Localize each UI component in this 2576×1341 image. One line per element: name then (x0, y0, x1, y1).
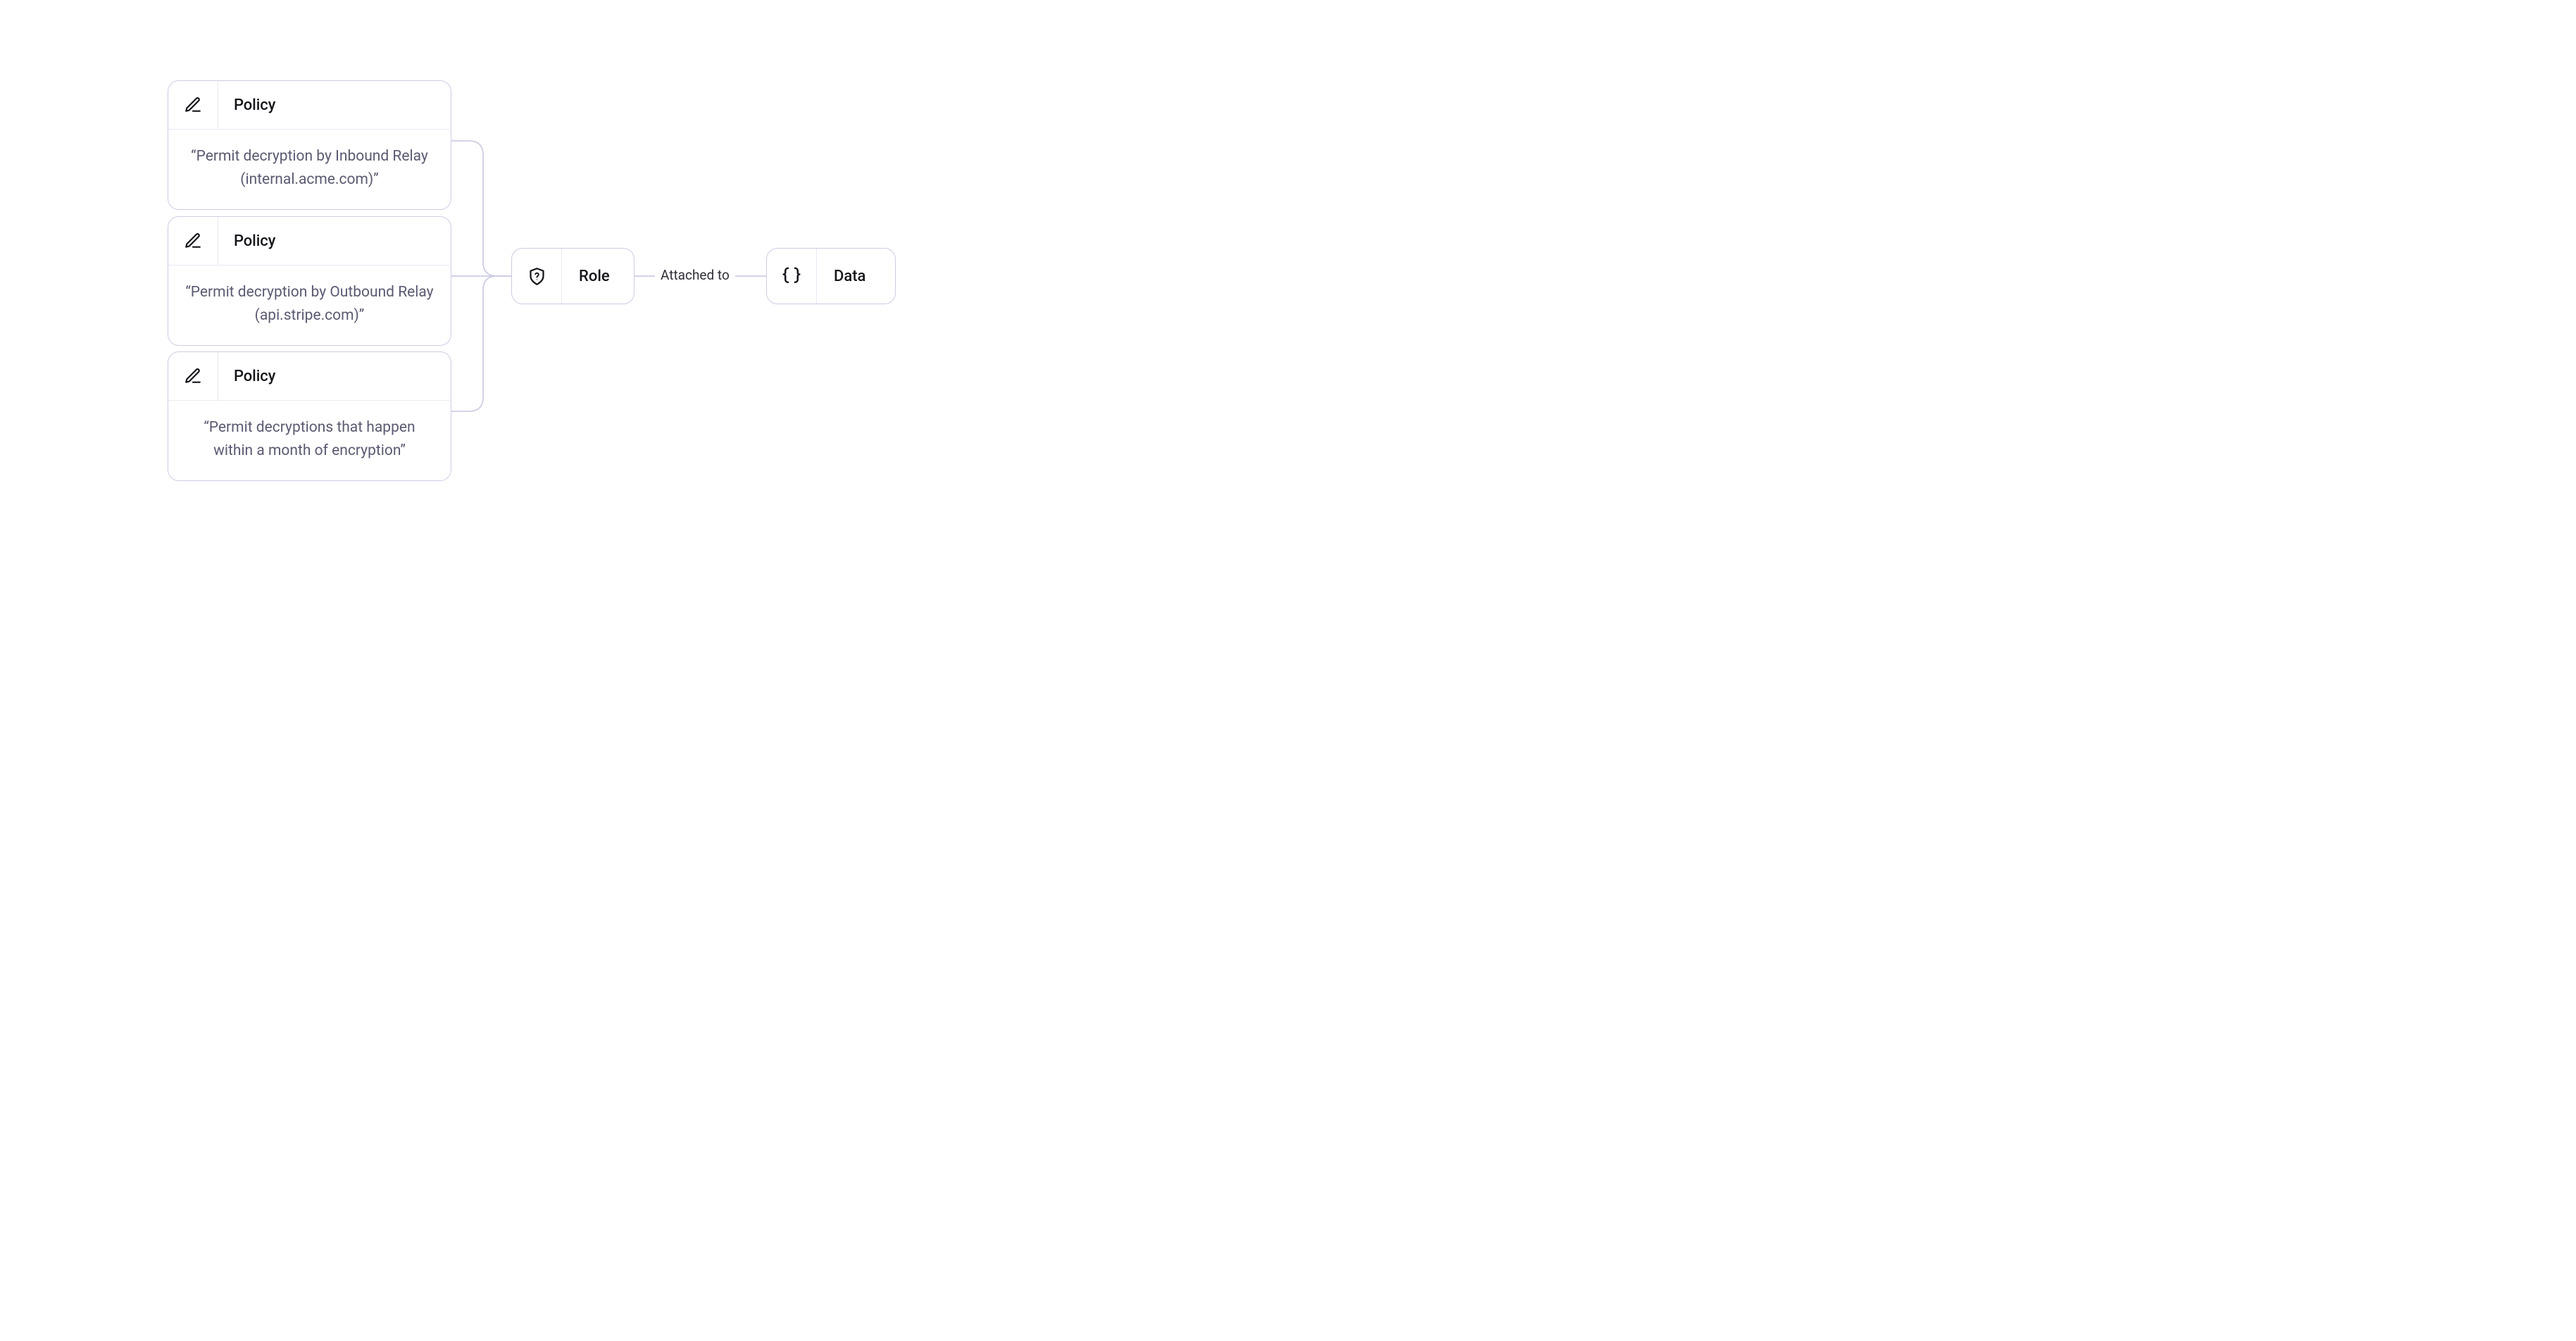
policy-description: “Permit decryption by Outbound Relay (ap… (168, 266, 451, 345)
policy-description: “Permit decryptions that happen within a… (168, 401, 451, 480)
policy-title: Policy (218, 217, 451, 265)
policy-card-2: Policy “Permit decryption by Outbound Re… (168, 216, 451, 346)
edit-icon (168, 217, 218, 265)
role-label: Role (562, 249, 630, 304)
policy-card-1: Policy “Permit decryption by Inbound Rel… (168, 80, 451, 210)
policy-title: Policy (218, 81, 451, 129)
braces-icon (767, 249, 817, 304)
policy-header: Policy (168, 217, 451, 266)
edit-icon (168, 352, 218, 400)
policy-header: Policy (168, 81, 451, 130)
data-label: Data (817, 249, 885, 304)
role-card: Role (511, 248, 634, 304)
policy-card-3: Policy “Permit decryptions that happen w… (168, 351, 451, 481)
policy-description: “Permit decryption by Inbound Relay (int… (168, 130, 451, 209)
shield-question-icon (512, 249, 562, 304)
relation-label: Attached to (655, 267, 735, 283)
policy-header: Policy (168, 352, 451, 401)
policy-title: Policy (218, 352, 451, 400)
diagram-canvas: Policy “Permit decryption by Inbound Rel… (0, 0, 1065, 554)
data-card: Data (766, 248, 896, 304)
edit-icon (168, 81, 218, 129)
